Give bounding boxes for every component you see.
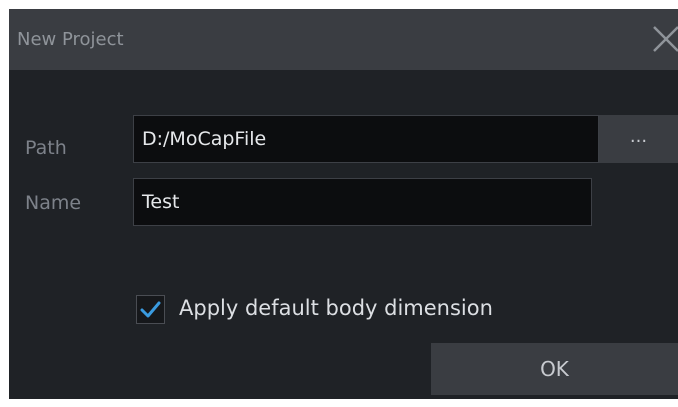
- apply-default-label: Apply default body dimension: [179, 296, 493, 320]
- ok-button[interactable]: OK: [431, 343, 678, 395]
- dialog-titlebar: New Project: [9, 9, 678, 70]
- checkmark-icon: [140, 301, 161, 318]
- new-project-dialog: New Project Path D:/MoCapFile ... Name T…: [9, 9, 678, 399]
- dialog-title: New Project: [17, 29, 124, 50]
- close-icon: [653, 26, 678, 52]
- name-field[interactable]: Test: [133, 178, 592, 226]
- close-button[interactable]: [650, 23, 678, 55]
- path-field[interactable]: D:/MoCapFile: [133, 115, 599, 163]
- browse-button[interactable]: ...: [599, 115, 678, 163]
- name-label: Name: [25, 192, 82, 214]
- path-label: Path: [25, 137, 67, 159]
- apply-default-checkbox[interactable]: [136, 295, 165, 324]
